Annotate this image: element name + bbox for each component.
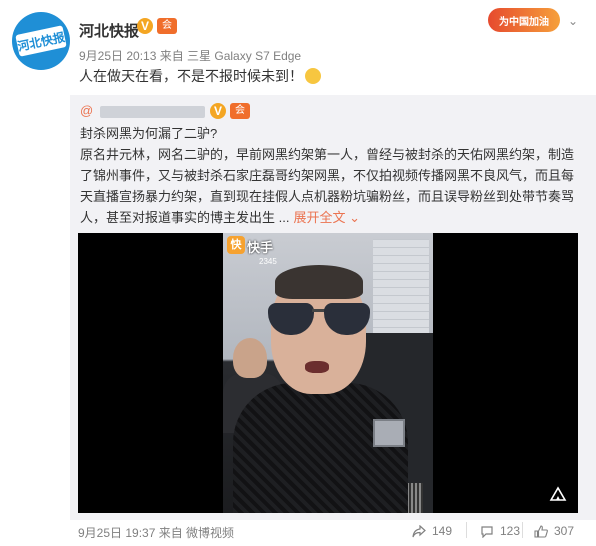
footer-divider: [522, 522, 523, 538]
comment-button[interactable]: 123: [480, 524, 520, 538]
kuaishou-watermark: 快手: [247, 240, 274, 255]
vip-member-icon: 会: [157, 18, 177, 34]
man-jacket: [233, 383, 408, 513]
video-player[interactable]: 快 快手 2345: [78, 233, 578, 513]
avatar-logo-text: 河北快报: [15, 25, 67, 57]
post-text: 人在做天在看，不是不报时候未到！: [79, 66, 321, 86]
kuaishou-user-id: 2345: [259, 257, 277, 266]
sunglasses: [268, 303, 370, 337]
weibo-post: 河北快报 河北快报 V 会 为中国加油 ⌄ 9月25日 20:13 来自 三星 …: [0, 0, 596, 546]
share-count: 149: [432, 524, 453, 538]
left-lens: [268, 303, 314, 335]
smile-emoji-icon: [305, 68, 321, 84]
comment-icon: [481, 525, 493, 538]
repost-title: 封杀网黑为何漏了二驴?: [80, 126, 218, 141]
author-name[interactable]: 河北快报: [79, 20, 139, 41]
repost-verified-icon: V: [210, 103, 226, 119]
man-hair: [275, 265, 363, 299]
share-icon: [412, 524, 426, 537]
background-person-head: [233, 338, 267, 378]
man-mouth: [305, 361, 329, 373]
footer-divider: [466, 522, 467, 538]
laptop: [373, 419, 405, 447]
right-lens: [324, 303, 370, 335]
author-avatar[interactable]: 河北快报: [12, 12, 70, 70]
repost-vip-member-icon: 会: [230, 103, 250, 119]
like-button[interactable]: 307: [534, 524, 574, 538]
post-text-content: 人在做天在看，不是不报时候未到！: [79, 68, 303, 84]
like-count: 307: [554, 524, 575, 538]
fullscreen-icon[interactable]: [549, 486, 567, 502]
post-meta: 9月25日 20:13 来自 三星 Galaxy S7 Edge: [79, 49, 302, 63]
expand-chevron-icon: ⌄: [349, 210, 360, 225]
verified-icon: V: [137, 18, 153, 34]
repost-author-name-redacted[interactable]: [100, 106, 205, 118]
campaign-badge[interactable]: 为中国加油: [488, 8, 560, 32]
share-button[interactable]: 149: [412, 524, 452, 538]
expand-label: 展开全文: [293, 210, 346, 225]
video-frame: 快 快手 2345: [223, 233, 433, 513]
repost-body: 原名井元林，网名二驴的，早前网黑约架第一人，曾经与被封杀的天佑网黑约架，制造了锦…: [80, 144, 586, 228]
repost-footer-meta: 9月25日 19:37 来自 微博视频: [78, 526, 235, 540]
expand-full-text-link[interactable]: 展开全文 ⌄: [293, 210, 360, 225]
thumbs-up-icon: [534, 524, 548, 538]
kuaishou-logo-icon: 快: [227, 236, 245, 254]
repost-at-symbol: @: [80, 103, 94, 118]
post-menu-chevron-icon[interactable]: ⌄: [568, 14, 578, 28]
comment-count: 123: [500, 524, 521, 538]
